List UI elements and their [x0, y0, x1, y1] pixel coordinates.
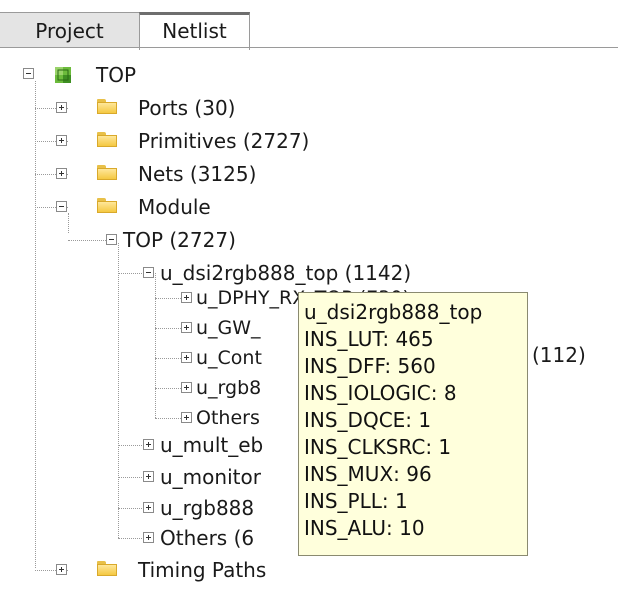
expand-plus-icon[interactable]: [56, 564, 67, 575]
tooltip-line: INS_CLKSRC: 1: [304, 435, 452, 459]
collapse-minus-icon[interactable]: [106, 234, 117, 245]
tree-label-cont: u_Cont: [196, 347, 262, 369]
expand-plus-icon[interactable]: [181, 382, 192, 393]
tooltip-line: INS_DFF: 560: [304, 354, 436, 378]
expand-plus-icon[interactable]: [56, 102, 67, 113]
expand-plus-icon[interactable]: [143, 471, 154, 482]
collapse-minus-icon[interactable]: [23, 68, 34, 79]
tree-label-module: Module: [138, 195, 211, 219]
tree-label-rgb8: u_rgb8: [196, 377, 262, 399]
tab-netlist[interactable]: Netlist: [139, 12, 250, 50]
tooltip-line: INS_DQCE: 1: [304, 408, 432, 432]
tooltip-line: INS_MUX: 96: [304, 462, 432, 486]
folder-icon: [97, 99, 117, 114]
collapse-minus-icon[interactable]: [143, 267, 154, 278]
expand-plus-icon[interactable]: [143, 502, 154, 513]
expand-plus-icon[interactable]: [143, 532, 154, 543]
tree-label-timing-paths: Timing Paths: [138, 558, 267, 582]
tooltip-line: INS_PLL: 1: [304, 489, 408, 513]
tab-project[interactable]: Project: [0, 12, 140, 48]
tooltip-line: INS_ALU: 10: [304, 516, 425, 540]
expand-plus-icon[interactable]: [56, 168, 67, 179]
folder-icon: [97, 198, 117, 213]
tree-label-rgb888: u_rgb888: [160, 496, 255, 520]
tooltip-line: INS_IOLOGIC: 8: [304, 381, 457, 405]
tree-label-others-inner: Others: [196, 407, 260, 429]
folder-icon: [97, 561, 117, 576]
tree-label-nets: Nets (3125): [138, 162, 257, 186]
tree-label-top-module: TOP (2727): [123, 228, 236, 252]
tooltip-title: u_dsi2rgb888_top: [304, 300, 483, 324]
tree-label-cont-count: (112): [532, 343, 586, 367]
expand-plus-icon[interactable]: [181, 412, 192, 423]
tab-bar: Project Netlist: [0, 0, 618, 50]
expand-plus-icon[interactable]: [181, 292, 192, 303]
tree-label-others-outer: Others (6: [160, 526, 255, 550]
chip-icon: [55, 67, 71, 83]
folder-icon: [97, 132, 117, 147]
tree-label-top: TOP: [96, 63, 137, 87]
tree-label-mult-eb: u_mult_eb: [160, 433, 264, 457]
expand-plus-icon[interactable]: [181, 352, 192, 363]
expand-plus-icon[interactable]: [143, 439, 154, 450]
module-tooltip: u_dsi2rgb888_top INS_LUT: 465 INS_DFF: 5…: [298, 292, 528, 556]
expand-plus-icon[interactable]: [181, 322, 192, 333]
tooltip-line: INS_LUT: 465: [304, 327, 434, 351]
tree-label-primitives: Primitives (2727): [138, 129, 310, 153]
tree-label-monitor: u_monitor: [160, 465, 261, 489]
tab-divider: [0, 47, 618, 48]
folder-icon: [97, 165, 117, 180]
tree-label-gw: u_GW_: [196, 317, 261, 339]
expand-plus-icon[interactable]: [56, 135, 67, 146]
collapse-minus-icon[interactable]: [56, 201, 67, 212]
tree-label-ports: Ports (30): [138, 96, 236, 120]
